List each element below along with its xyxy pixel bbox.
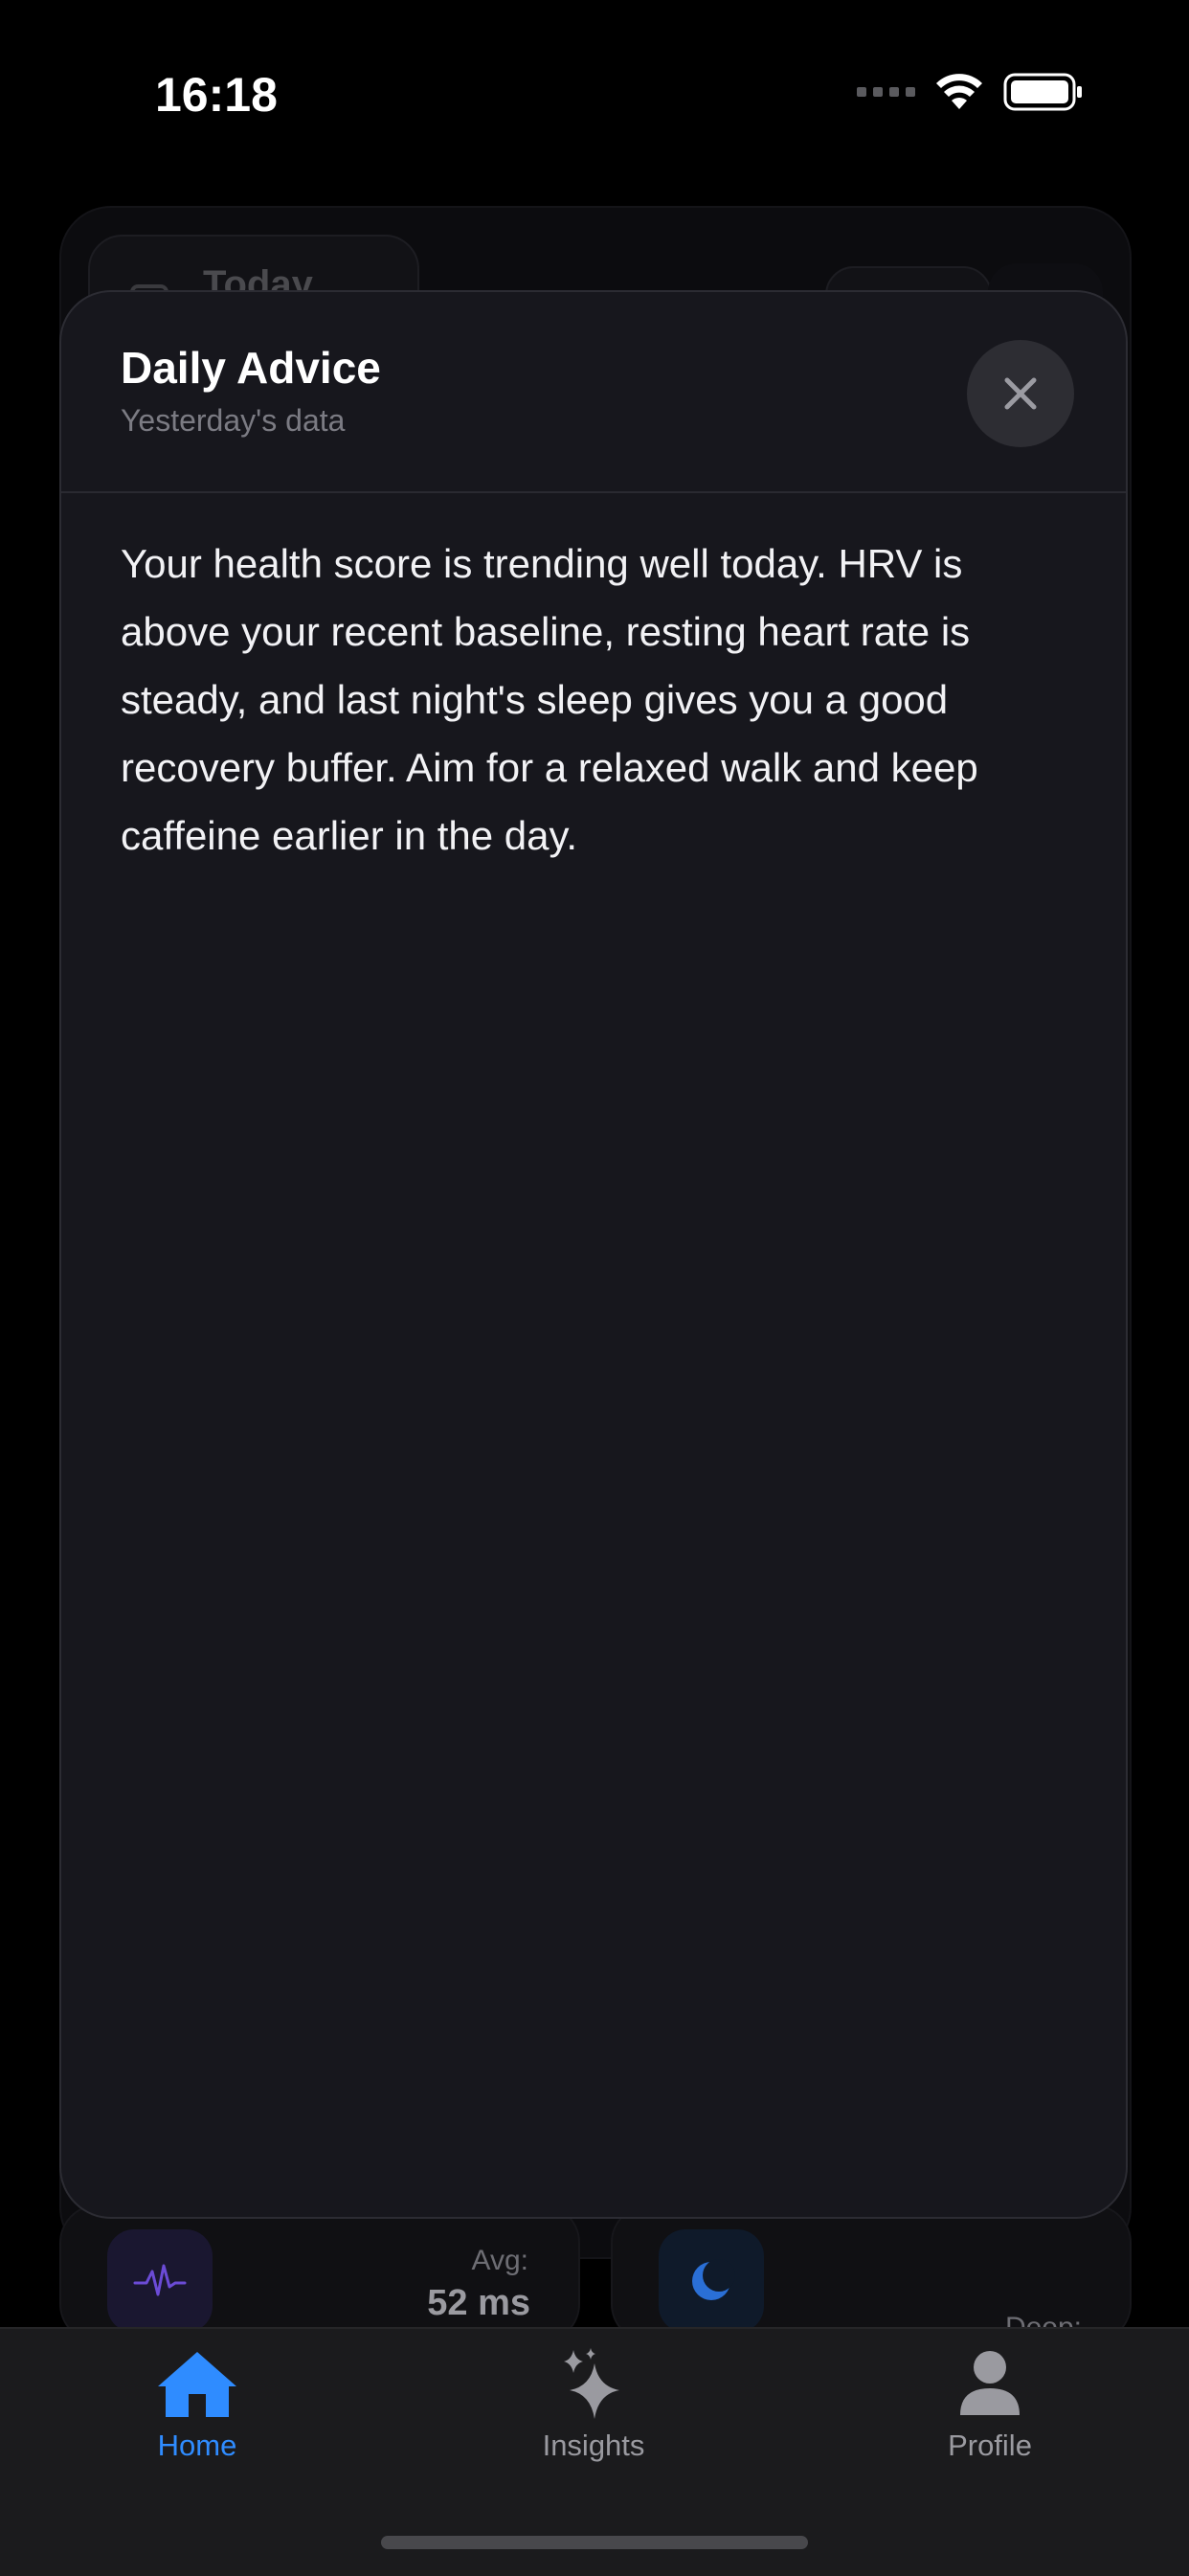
moon-icon (659, 2229, 764, 2333)
hrv-avg-value: 52 ms (427, 2283, 530, 2323)
hrv-avg-label: Avg: (471, 2245, 529, 2276)
advice-text: Your health score is trending well today… (121, 541, 978, 858)
battery-icon (1003, 73, 1082, 111)
sleep-card: Deep: (611, 2204, 1132, 2343)
close-button[interactable] (967, 340, 1074, 447)
home-icon (158, 2352, 236, 2417)
daily-advice-sheet: Daily Advice Yesterday's data Your healt… (59, 290, 1128, 2219)
person-icon (960, 2351, 1020, 2415)
tab-home[interactable]: Home (92, 2346, 303, 2490)
status-bar: 16:18 (0, 0, 1189, 192)
status-icons (857, 73, 1084, 111)
home-indicator (381, 2536, 808, 2549)
tab-profile-label: Profile (948, 2429, 1032, 2462)
sparkles-icon (564, 2348, 619, 2419)
tab-home-label: Home (157, 2429, 237, 2462)
sheet-divider (61, 491, 1126, 493)
sheet-title: Daily Advice (121, 343, 381, 393)
tab-profile[interactable]: Profile (885, 2346, 1095, 2490)
tab-insights-label: Insights (542, 2429, 645, 2462)
cellular-signal-icon (857, 87, 915, 97)
sheet-subtitle: Yesterday's data (121, 403, 346, 438)
heart-wave-icon (107, 2229, 213, 2333)
wifi-icon (936, 74, 982, 109)
tab-insights[interactable]: Insights (488, 2346, 699, 2490)
close-icon (1004, 377, 1037, 410)
hrv-card: Avg: 52 ms (59, 2204, 580, 2342)
status-time: 16:18 (155, 68, 278, 122)
